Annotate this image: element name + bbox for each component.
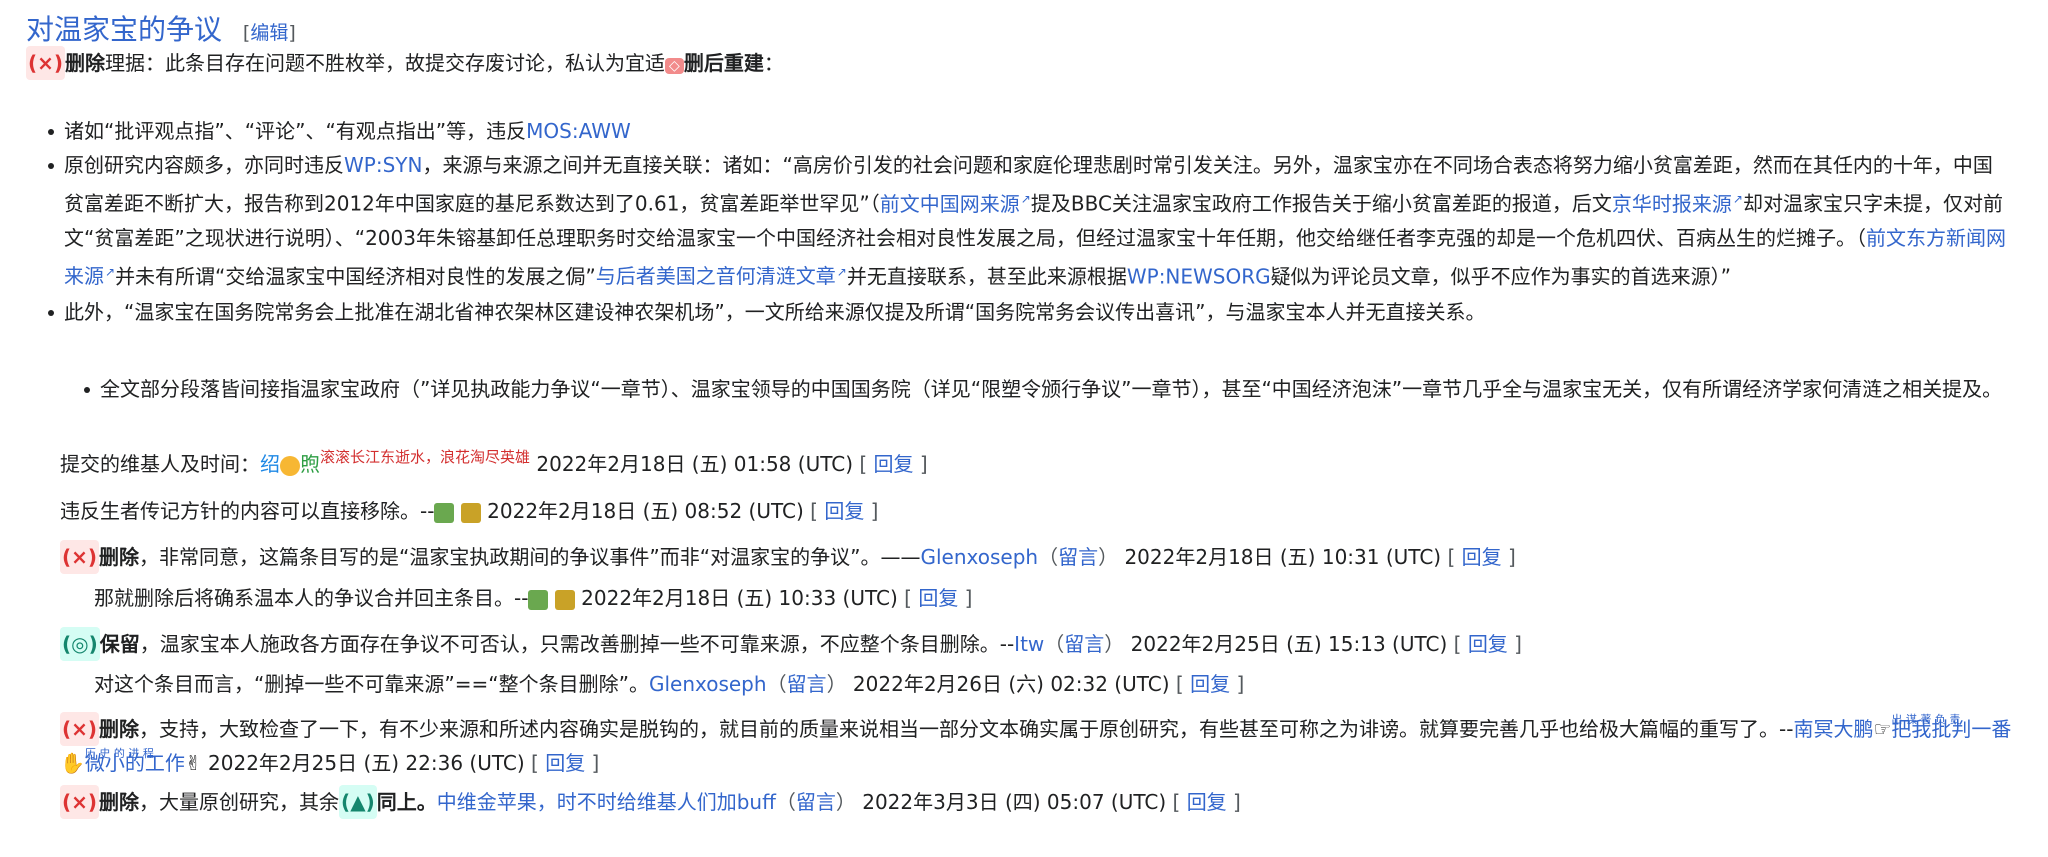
hand-point-icon: ☞	[1873, 717, 1892, 741]
section-title: 对温家宝的争议	[26, 13, 223, 46]
wp-newsorg-link[interactable]: WP:NEWSORG	[1127, 264, 1271, 288]
submitter-sig-2[interactable]: 煦	[300, 452, 320, 476]
comment: (×) 删除，支持，大致检查了一下，有不少来源和所述内容确实是脱钩的，就目前的质量…	[60, 712, 2012, 775]
nomination-bullets: 诸如“批评观点指”、“评论”、“有观点指出”等，违反MOS:AWW 原创研究内容…	[46, 114, 2008, 329]
comment: 对这个条目而言，“删掉一些不可靠来源”==“整个条目删除”。Glenxoseph…	[94, 672, 1245, 696]
comment: (×) 删除，非常同意，这篇条目写的是“温家宝执政期间的争议事件”而非“对温家宝的…	[60, 540, 2028, 574]
signature-image-icon[interactable]	[554, 589, 575, 610]
reply-link[interactable]: 回复	[824, 499, 864, 523]
submitter-sig-1[interactable]: 绍	[260, 452, 280, 476]
edit-section: [编辑]	[242, 22, 296, 44]
signature-image-icon[interactable]	[528, 589, 549, 610]
user-link[interactable]: 南冥大鹏	[1793, 717, 1873, 741]
nested-bullets: 全文部分段落皆间接指温家宝政府（”详见执政能力争议“一章节）、温家宝领导的中国国…	[82, 372, 2028, 406]
edit-section-link[interactable]: 编辑	[250, 22, 288, 44]
comment: (×) 删除，大量原创研究，其余 (▲) 同上。中维金苹果，时不时给维基人们加buff…	[60, 785, 2028, 819]
user-talk-link[interactable]: 留言	[796, 790, 836, 814]
nomination-paragraph: (×) 删除理据：此条目存在问题不胜枚举，故提交存废讨论，私认为宜适 ◇ 删后重建：	[26, 46, 2028, 83]
user-talk-link[interactable]: 留言	[1064, 632, 1104, 656]
user-link[interactable]: Glenxoseph	[921, 545, 1039, 569]
user-talk-link[interactable]: 留言	[787, 672, 827, 696]
bullet-item: 诸如“批评观点指”、“评论”、“有观点指出”等，违反MOS:AWW	[46, 114, 2008, 148]
reply-link[interactable]: 回复	[1462, 545, 1502, 569]
smile-emoji-icon	[280, 455, 300, 476]
delete-vote-badge: (×)	[60, 785, 100, 819]
submitter-line: 提交的维基人及时间：绍 煦滚滚长江东逝水，浪花淘尽英雄 2022年2月18日 (五…	[60, 448, 928, 476]
user-link[interactable]: Glenxoseph	[649, 672, 767, 696]
mos-aww-link[interactable]: MOS:AWW	[526, 119, 631, 143]
reply-link[interactable]: 回复	[874, 452, 914, 476]
user-link[interactable]: Itw	[1014, 632, 1044, 656]
user-talk-link[interactable]: 留言	[1058, 545, 1098, 569]
jinghua-times-source-link[interactable]: 京华时报来源	[1612, 192, 1743, 216]
rebuild-icon: ◇	[665, 58, 684, 74]
keep-vote-badge: (◎)	[60, 627, 100, 661]
comment: 违反生者传记方针的内容可以直接移除。-- 2022年2月18日 (五) 08:5…	[60, 499, 879, 523]
victory-hand-icon: ✌	[184, 751, 202, 775]
delete-vote-badge: (×)	[60, 540, 100, 574]
submitter-motto: 滚滚长江东逝水，浪花淘尽英雄	[320, 448, 531, 466]
delete-vote-label: 删除	[65, 51, 106, 75]
signature-image-icon[interactable]	[434, 502, 455, 523]
rebuild-label: 删后重建	[683, 51, 764, 75]
user-link[interactable]: 中维金苹果，时不时给维基人们加buff	[437, 790, 776, 814]
reply-link[interactable]: 回复	[1187, 790, 1227, 814]
nomination-reason: 理据：此条目存在问题不胜枚举，故提交存废讨论，私认为宜适	[105, 51, 666, 75]
user-sig-link-b[interactable]: 历 史 的 进 程微小的工作	[85, 747, 185, 775]
delete-vote-badge: (×)	[26, 46, 66, 80]
voa-article-link[interactable]: 与后者美国之音何清涟文章	[596, 264, 847, 288]
comment: (◎) 保留，温家宝本人施政各方面存在争议不可否认，只需改善删掉一些不可靠来源，不…	[60, 627, 2028, 661]
same-vote-badge: (▲)	[339, 785, 377, 819]
reply-link[interactable]: 回复	[918, 586, 958, 610]
clap-icon: ✋	[60, 751, 85, 775]
reply-link[interactable]: 回复	[545, 751, 585, 775]
bullet-item: 全文部分段落皆间接指温家宝政府（”详见执政能力争议“一章节）、温家宝领导的中国国…	[82, 372, 2028, 406]
signature-image-icon[interactable]	[460, 502, 481, 523]
china-net-source-link[interactable]: 前文中国网来源	[880, 192, 1031, 216]
wp-syn-link[interactable]: WP:SYN	[344, 153, 422, 177]
user-sig-link-a[interactable]: 出 谋 著 负 责把我批判一番	[1891, 713, 2011, 741]
bullet-item: 原创研究内容颇多，亦同时违反WP:SYN，来源与来源之间并无直接关联：诸如：“高…	[46, 148, 2008, 293]
reply-link[interactable]: 回复	[1190, 672, 1230, 696]
reply-link[interactable]: 回复	[1468, 632, 1508, 656]
bullet-item: 此外，“温家宝在国务院常务会上批准在湖北省神农架林区建设神农架机场”，一文所给来…	[46, 295, 2008, 329]
comment: 那就删除后将确系温本人的争议合并回主条目。-- 2022年2月18日 (五) 1…	[94, 586, 973, 610]
